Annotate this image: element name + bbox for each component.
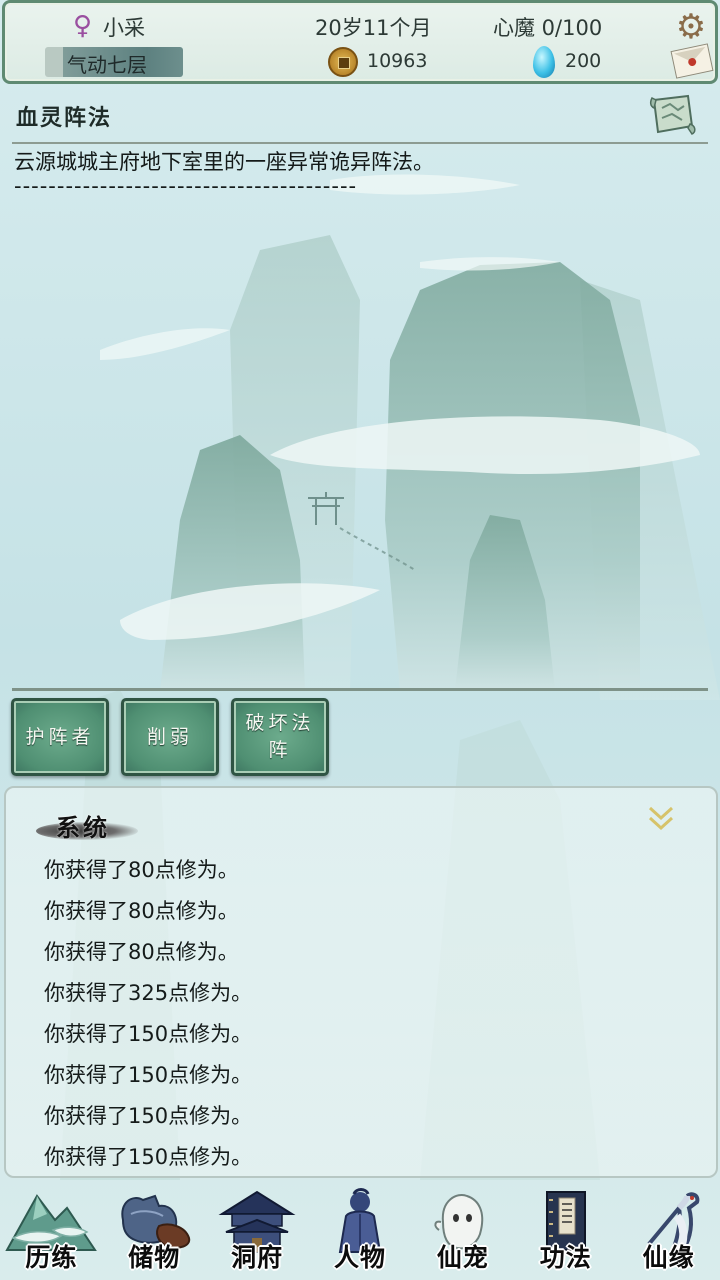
action-divider <box>12 688 708 691</box>
heart-demon-counter: 心魔 0/100 <box>493 16 603 40</box>
nav-label-cave-dwelling: 洞府 <box>231 1243 284 1272</box>
system-log-panel[interactable]: 系统 你获得了80点修为。 你获得了80点修为。 你获得了80点修为。 你获得了… <box>4 786 718 1178</box>
nav-label-fate: 仙缘 <box>642 1243 695 1272</box>
spirit-gem-icon <box>533 46 555 78</box>
log-message: 你获得了80点修为。 <box>44 858 239 882</box>
weaken-button-label: 削弱 <box>146 725 193 748</box>
guardian-button[interactable]: 护阵者 <box>11 698 109 776</box>
nav-item-techniques[interactable]: 功法 <box>514 1182 617 1280</box>
log-message: 你获得了150点修为。 <box>44 1022 253 1046</box>
scroll-map-icon[interactable] <box>648 92 698 136</box>
nav-label-training: 历练 <box>25 1243 78 1272</box>
player-name: 小采 <box>103 16 145 40</box>
age-label: 20岁11个月 <box>315 16 432 40</box>
formation-title: 血灵阵法 <box>16 105 113 131</box>
settings-gear-icon[interactable]: ⚙ <box>673 9 709 45</box>
gem-count: 200 <box>565 50 602 72</box>
system-log-header: 系统 <box>36 806 146 846</box>
nav-label-spirit-pet: 仙宠 <box>436 1243 489 1272</box>
nav-item-training[interactable]: 历练 <box>0 1182 103 1280</box>
log-message: 你获得了80点修为。 <box>44 940 239 964</box>
guardian-button-label: 护阵者 <box>25 725 95 748</box>
nav-item-spirit-pet[interactable]: 仙宠 <box>411 1182 514 1280</box>
dashed-divider: ---------------------------------------- <box>14 174 358 198</box>
female-icon: ♀ <box>73 11 93 41</box>
coin-count: 10963 <box>367 50 428 72</box>
chevron-double-down-icon[interactable] <box>644 802 678 836</box>
log-message: 你获得了150点修为。 <box>44 1063 253 1087</box>
weaken-button[interactable]: 削弱 <box>121 698 219 776</box>
nav-item-character[interactable]: 人物 <box>309 1182 412 1280</box>
destroy-formation-button-label: 破坏法阵 <box>245 712 315 761</box>
nav-item-storage[interactable]: 储物 <box>103 1182 206 1280</box>
bottom-navigation: 历练 储物 洞府 人物 仙宠 功法 仙缘 <box>0 1182 720 1280</box>
log-message: 你获得了325点修为。 <box>44 981 253 1005</box>
nav-label-storage: 储物 <box>128 1243 181 1272</box>
nav-item-fate[interactable]: 仙缘 <box>617 1182 720 1280</box>
log-message: 你获得了150点修为。 <box>44 1145 253 1169</box>
title-divider <box>12 142 708 144</box>
log-message: 你获得了80点修为。 <box>44 899 239 923</box>
nav-item-cave-dwelling[interactable]: 洞府 <box>206 1182 309 1280</box>
nav-label-techniques: 功法 <box>539 1243 592 1272</box>
system-log-title: 系统 <box>56 813 110 842</box>
coin-icon <box>328 47 358 77</box>
mail-icon[interactable] <box>670 43 714 79</box>
destroy-formation-button[interactable]: 破坏法阵 <box>231 698 329 776</box>
status-bar: ♀ 小采 气动七层 20岁11个月 心魔 0/100 10963 200 ⚙ <box>2 0 718 84</box>
nav-label-character: 人物 <box>334 1243 387 1272</box>
formation-description: 云源城城主府地下室里的一座异常诡异阵法。 <box>14 150 434 174</box>
log-message: 你获得了150点修为。 <box>44 1104 253 1128</box>
log-message-list: 你获得了80点修为。 你获得了80点修为。 你获得了80点修为。 你获得了325… <box>44 850 252 1178</box>
realm-label: 气动七层 <box>67 53 147 77</box>
